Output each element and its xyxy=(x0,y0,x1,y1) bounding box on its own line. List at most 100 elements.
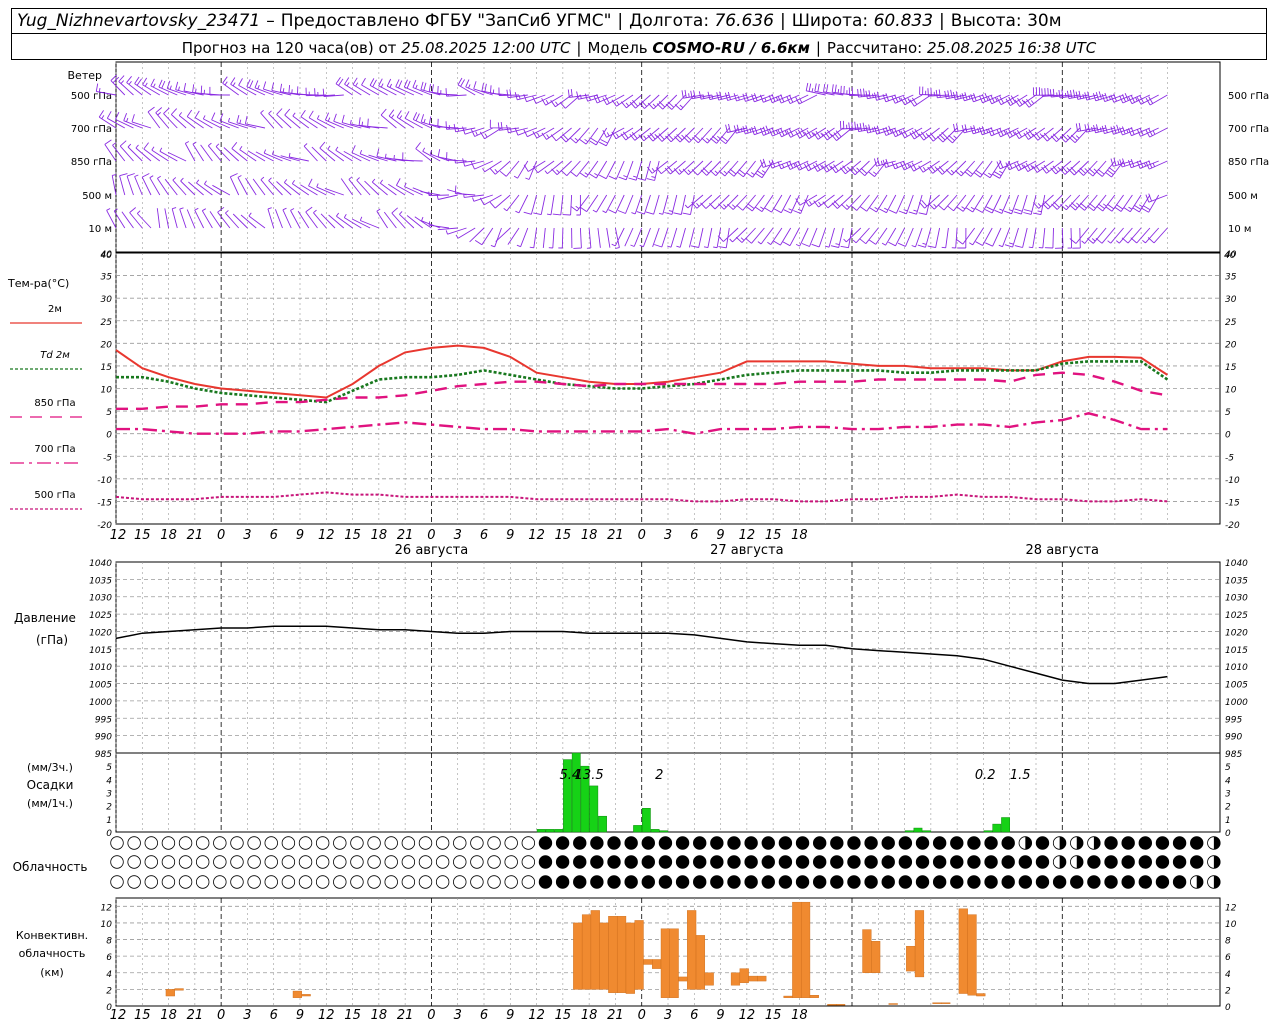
temperature-xtick: 9 xyxy=(716,528,724,543)
cloud-symbol-clear xyxy=(230,875,244,889)
pressure-panel-ytick-right: 985 xyxy=(1225,750,1242,760)
temperature-xtick: 15 xyxy=(134,528,151,543)
cloud-symbol-partial-fill xyxy=(1196,875,1203,889)
cloud-symbol-overcast xyxy=(1155,875,1170,889)
cloud-symbol-overcast xyxy=(624,836,638,850)
convective-bar xyxy=(704,972,714,986)
temperature-panel-ytick-right: -15 xyxy=(1225,498,1240,508)
convective-bar xyxy=(660,928,670,998)
temperature-panel-ytick-left: 0 xyxy=(106,431,112,441)
convective-bar xyxy=(678,976,688,982)
temperature-legend-label: 500 гПа xyxy=(34,490,75,501)
wind-barb xyxy=(136,210,152,229)
convective-bar xyxy=(573,922,583,990)
bottom-xtick: 9 xyxy=(296,1008,304,1023)
cloud-symbol-clear xyxy=(504,855,518,869)
wind-barb xyxy=(158,79,178,96)
cloud-symbol-partial-fill xyxy=(1076,855,1084,869)
cloud-symbol-overcast xyxy=(693,855,707,869)
temperature-panel-ytick-right: -10 xyxy=(1225,476,1240,486)
cloud-symbol-clear xyxy=(127,836,141,850)
cloud-symbol-overcast xyxy=(641,855,655,869)
wind-barb xyxy=(479,127,502,140)
pressure-panel-ytick-left: 1010 xyxy=(89,663,112,673)
wind-barb xyxy=(376,208,388,229)
bottom-xtick: 18 xyxy=(791,1008,808,1023)
cloud-symbol-clear xyxy=(281,855,296,869)
temperature-panel-ytick-left: -10 xyxy=(97,476,112,486)
convective-bar xyxy=(625,922,635,994)
temperature-legend-label: Td 2м xyxy=(40,350,70,361)
wind-barb xyxy=(324,112,344,129)
wind-barb xyxy=(757,227,774,245)
wind-barb xyxy=(335,76,353,96)
temperature-xtick: 0 xyxy=(427,528,435,543)
convective-ytick-left: 10 xyxy=(101,920,113,930)
wind-level-label-left: 500 гПа xyxy=(71,91,112,102)
wind-barb xyxy=(388,109,406,129)
cloud-symbol-partial-fill xyxy=(1213,875,1221,889)
convective-bar xyxy=(976,993,986,997)
convective-ytick-right: 8 xyxy=(1225,937,1231,947)
cloud-symbol-overcast xyxy=(555,875,570,889)
cloud-symbol-clear xyxy=(213,855,227,869)
precipitation-ytick-right: 2 xyxy=(1225,803,1231,813)
convective-bar xyxy=(827,1004,837,1006)
bottom-xtick: 12 xyxy=(528,1008,545,1023)
temperature-xtick: 12 xyxy=(528,528,545,543)
cloud-symbol-partial-fill xyxy=(1076,836,1084,850)
wind-barb xyxy=(489,160,511,175)
cloud-symbol-overcast xyxy=(1190,836,1204,850)
convective-bar xyxy=(695,935,706,990)
wind-barb xyxy=(552,194,564,216)
bottom-xtick: 3 xyxy=(664,1008,672,1023)
wind-barb xyxy=(320,213,336,229)
cloud-symbol-overcast xyxy=(1155,855,1170,869)
pressure-panel-ytick-right: 995 xyxy=(1225,715,1242,725)
wind-barb xyxy=(260,109,275,129)
convective-bar xyxy=(581,914,592,990)
wind-barb xyxy=(118,75,134,96)
wind-barb xyxy=(200,85,222,96)
convective-ytick-right: 0 xyxy=(1225,1003,1231,1013)
cloud-symbol-overcast xyxy=(898,836,913,850)
wind-barb xyxy=(378,78,397,96)
wind-barb xyxy=(316,183,336,196)
cloud-symbol-partial-fill xyxy=(1213,855,1221,869)
pressure-panel-ytick-left: 1025 xyxy=(89,611,112,621)
cloud-symbol-overcast xyxy=(1087,875,1101,889)
precipitation-bar xyxy=(659,830,669,833)
cloud-symbol-overcast xyxy=(984,875,998,889)
cloud-symbol-clear xyxy=(213,875,227,889)
convective-bar xyxy=(809,995,819,998)
cloud-symbol-clear xyxy=(384,875,398,889)
bottom-xtick: 9 xyxy=(716,1008,724,1023)
cloud-symbol-clear xyxy=(195,875,210,889)
cloud-symbol-overcast xyxy=(675,836,690,850)
convective-bar xyxy=(862,929,872,973)
wind-barb xyxy=(951,227,958,249)
wind-barb xyxy=(917,227,932,248)
cloud-symbol-overcast xyxy=(555,855,570,869)
cloud-symbol-clear xyxy=(144,855,158,869)
cloud-symbol-overcast xyxy=(1087,855,1101,869)
wind-barb xyxy=(230,77,248,96)
cloud-symbol-overcast xyxy=(1001,836,1015,850)
pressure-panel-ytick-right: 1015 xyxy=(1225,646,1248,656)
cloud-symbol-overcast xyxy=(812,875,827,889)
wind-barb xyxy=(1003,194,1019,215)
convective-bar xyxy=(958,908,968,994)
temperature-panel-ytick-right: -5 xyxy=(1225,453,1234,463)
cloud-symbol-clear xyxy=(470,855,484,869)
wind-barb xyxy=(367,118,388,129)
pressure-panel-ytick-left: 1005 xyxy=(89,681,112,691)
cloud-symbol-clear xyxy=(247,875,261,889)
cloud-symbol-overcast xyxy=(590,875,604,889)
convective-ytick-right: 2 xyxy=(1225,986,1231,996)
wind-barb xyxy=(618,160,634,181)
convective-bar xyxy=(652,959,662,969)
cloud-symbol-overcast xyxy=(1070,875,1084,889)
cloud-symbol-overcast xyxy=(932,855,947,869)
precipitation-bar xyxy=(1001,817,1010,833)
wind-level-label-right: 700 гПа xyxy=(1228,124,1269,135)
